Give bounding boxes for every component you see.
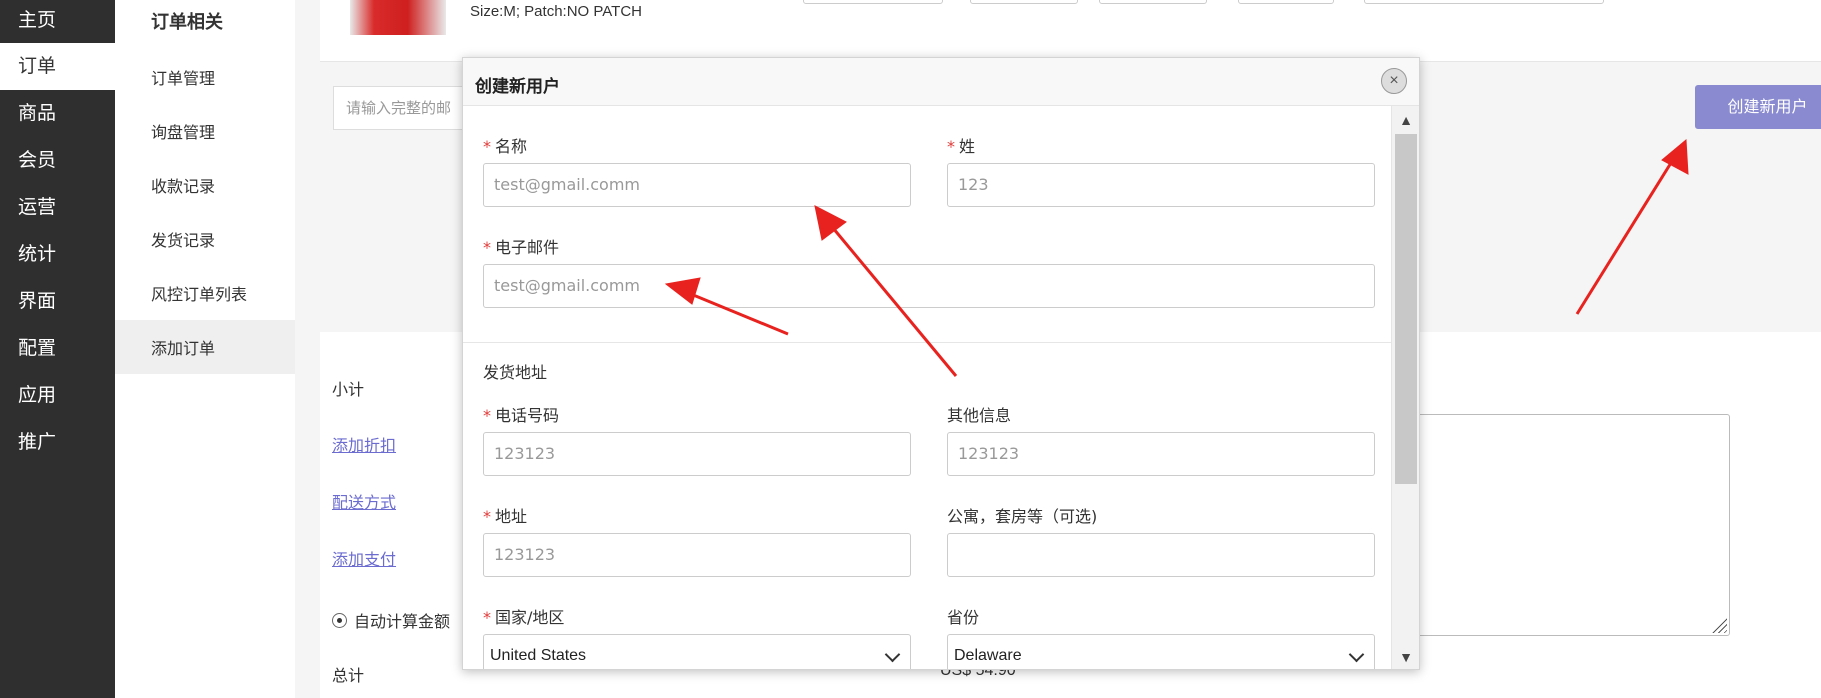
scroll-thumb[interactable] [1395,134,1417,484]
province-select[interactable]: Delaware [947,634,1375,669]
nav-item-statistics[interactable]: 统计 [0,231,115,278]
sub-nav-item-risk-orders[interactable]: 风控订单列表 [115,266,295,320]
last-name-input[interactable]: 123 [947,163,1375,207]
section-divider [463,342,1391,343]
apartment-input[interactable] [947,533,1375,577]
scroll-up-icon[interactable]: ▲ [1392,106,1419,134]
product-line-item: Size:M; Patch:NO PATCH [320,0,1821,62]
product-thumbnail [350,0,446,35]
email-label: * 电子邮件 [483,234,559,258]
other-info-input[interactable]: 123123 [947,432,1375,476]
nav-item-interface[interactable]: 界面 [0,278,115,325]
create-user-button[interactable]: 创建新用户 [1695,85,1821,129]
total-label: 总计 [332,666,365,685]
chevron-down-icon [1348,646,1365,663]
required-marker: * [483,137,491,156]
shipping-address-title: 发货地址 [483,363,548,382]
country-select[interactable]: United States [483,634,911,669]
phone-label: * 电话号码 [483,402,559,426]
order-notes-textarea[interactable] [1410,414,1730,636]
email-label-text: 电子邮件 [495,238,560,257]
required-marker: * [483,406,491,425]
nav-item-apps[interactable]: 应用 [0,372,115,419]
country-label: * 国家/地区 [483,604,564,628]
sub-nav-item-add-order[interactable]: 添加订单 [115,320,295,374]
chevron-down-icon [884,646,901,663]
nav-item-operations[interactable]: 运营 [0,184,115,231]
resize-grip-icon[interactable] [1709,615,1727,633]
modal-header: 创建新用户 × [463,58,1419,106]
address-label: * 地址 [483,503,527,527]
sub-nav-item-shipping-records[interactable]: 发货记录 [115,212,295,266]
modal-scrollbar[interactable]: ▲ ▼ [1391,106,1419,669]
product-variant: Size:M; Patch:NO PATCH [470,3,642,20]
sub-nav-item-inquiry-management[interactable]: 询盘管理 [115,104,295,158]
other-info-label: 其他信息 [947,406,1012,425]
line-item-field[interactable] [1364,0,1604,4]
line-item-field[interactable] [1099,0,1207,4]
nav-item-orders[interactable]: 订单 [0,43,115,90]
country-label-text: 国家/地区 [495,608,565,627]
shipping-method-link[interactable]: 配送方式 [332,489,396,513]
nav-item-home[interactable]: 主页 [0,0,115,43]
create-user-modal: 创建新用户 × * 名称 test@gmail.comm * 姓 123 * 电子邮件… [462,57,1420,670]
main-nav: 主页 订单 商品 会员 运营 统计 界面 配置 应用 推广 [0,0,115,698]
sub-nav-item-payment-records[interactable]: 收款记录 [115,158,295,212]
sub-nav: 订单相关 订单管理 询盘管理 收款记录 发货记录 风控订单列表 添加订单 [115,0,295,698]
address-input[interactable]: 123123 [483,533,911,577]
sub-nav-item-order-management[interactable]: 订单管理 [115,50,295,104]
last-name-label-text: 姓 [959,137,976,156]
line-item-field[interactable] [1238,0,1334,4]
phone-input[interactable]: 123123 [483,432,911,476]
nav-item-config[interactable]: 配置 [0,325,115,372]
search-placeholder: 请输入完整的邮 [346,99,452,117]
province-select-value: Delaware [954,647,1022,664]
required-marker: * [947,137,955,156]
last-name-label: * 姓 [947,133,975,157]
province-label: 省份 [947,608,980,627]
required-marker: * [483,608,491,627]
first-name-label-text: 名称 [495,137,528,156]
auto-calc-radio[interactable]: 自动计算金额 [332,608,450,632]
add-payment-link[interactable]: 添加支付 [332,546,396,570]
required-marker: * [483,238,491,257]
email-input[interactable]: test@gmail.comm [483,264,1375,308]
first-name-label: * 名称 [483,133,527,157]
modal-body: * 名称 test@gmail.comm * 姓 123 * 电子邮件 test@gm… [463,106,1391,669]
auto-calc-label: 自动计算金额 [354,612,451,631]
add-discount-link[interactable]: 添加折扣 [332,432,396,456]
nav-item-members[interactable]: 会员 [0,137,115,184]
nav-item-products[interactable]: 商品 [0,90,115,137]
line-item-field[interactable] [803,0,943,4]
address-label-text: 地址 [495,507,528,526]
subtotal-label: 小计 [332,380,365,399]
nav-item-promotion[interactable]: 推广 [0,419,115,466]
sub-nav-title: 订单相关 [151,12,223,33]
country-select-value: United States [490,647,587,664]
apartment-label: 公寓，套房等（可选) [947,507,1098,526]
modal-title: 创建新用户 [475,77,560,97]
scroll-down-icon[interactable]: ▼ [1392,643,1419,669]
line-item-field[interactable] [970,0,1078,4]
close-icon[interactable]: × [1381,68,1407,94]
phone-label-text: 电话号码 [495,406,560,425]
required-marker: * [483,507,491,526]
first-name-input[interactable]: test@gmail.comm [483,163,911,207]
radio-dot-icon [332,612,347,628]
